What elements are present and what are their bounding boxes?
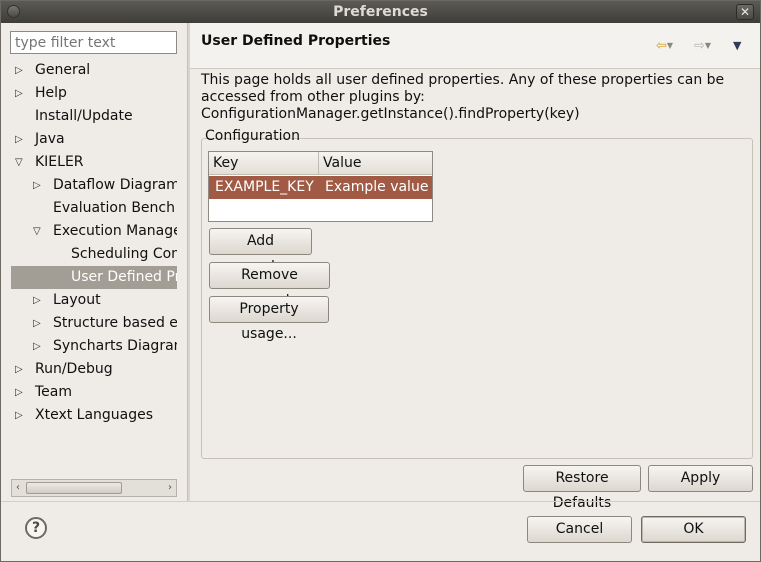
- view-menu-button[interactable]: ▼: [733, 37, 741, 55]
- tree-item-label: Run/Debug: [35, 361, 113, 377]
- table-row[interactable]: EXAMPLE_KEY Example value: [209, 176, 432, 199]
- tree-item-label: Evaluation Bench: [53, 200, 175, 216]
- collapsed-arrow-icon[interactable]: ▷: [33, 289, 45, 312]
- tree-item-label: Scheduling Conf: [71, 246, 177, 262]
- tree-item[interactable]: Evaluation Bench: [11, 197, 177, 220]
- configuration-group-label: Configuration: [205, 128, 300, 144]
- title-bar[interactable]: Preferences ✕: [1, 1, 760, 23]
- tree-item-label: Structure based edi: [53, 315, 177, 331]
- cancel-button[interactable]: Cancel: [527, 516, 632, 543]
- scrollbar-thumb[interactable]: [26, 482, 122, 494]
- collapsed-arrow-icon[interactable]: ▷: [15, 59, 27, 82]
- tree-item[interactable]: ▽ Execution Manager: [11, 220, 177, 243]
- tree-item-label: KIELER: [35, 154, 84, 170]
- right-panel: User Defined Properties ⇦▼ ⇨▼ ▼ This pag…: [190, 23, 760, 511]
- property-usage-button[interactable]: Property usage...: [209, 296, 329, 342]
- chevron-down-icon: ▼: [666, 41, 674, 50]
- window-title: Preferences: [333, 4, 428, 20]
- table-header: Key Value: [209, 152, 432, 175]
- tree-item[interactable]: ▷ Help: [11, 82, 177, 105]
- tree-item[interactable]: ▽ KIELER: [11, 151, 177, 174]
- remove-property-button[interactable]: Remove property: [209, 262, 330, 308]
- chevron-down-icon: ▼: [704, 41, 712, 50]
- horizontal-scrollbar[interactable]: ‹ ›: [11, 479, 177, 497]
- help-icon[interactable]: ?: [25, 517, 47, 539]
- tree-item[interactable]: Install/Update: [11, 105, 177, 128]
- close-button[interactable]: ✕: [736, 4, 754, 20]
- tree-item-label: Xtext Languages: [35, 407, 154, 423]
- tree-item[interactable]: ▷ Syncharts Diagran: [11, 335, 177, 358]
- back-button[interactable]: ⇦▼: [656, 37, 673, 55]
- tree-item-label: Dataflow Diagram: [53, 177, 177, 193]
- forward-arrow-icon: ⇨: [694, 38, 705, 54]
- page-header: User Defined Properties ⇦▼ ⇨▼ ▼: [190, 23, 760, 69]
- tree-item[interactable]: ▷ Java: [11, 128, 177, 151]
- apply-button[interactable]: Apply: [648, 465, 753, 492]
- close-icon: ✕: [739, 5, 751, 19]
- tree-item-label: User Defined Pro: [71, 269, 177, 285]
- tree-item-label: Execution Manager: [53, 223, 177, 239]
- preferences-tree: ▷ General ▷ Help Install/Update ▷ Java ▽ KIELER ▷…: [11, 59, 177, 477]
- tree-item-label: Help: [35, 85, 67, 101]
- tree-item[interactable]: ▷ Xtext Languages: [11, 404, 177, 427]
- collapsed-arrow-icon[interactable]: ▷: [33, 174, 45, 197]
- add-property-button[interactable]: Add property...: [209, 228, 312, 274]
- column-header-value[interactable]: Value: [319, 152, 432, 175]
- cell-value[interactable]: Example value: [319, 176, 432, 199]
- tree-item[interactable]: ▷ General: [11, 59, 177, 82]
- column-header-key[interactable]: Key: [209, 152, 319, 175]
- cell-key[interactable]: EXAMPLE_KEY: [209, 176, 319, 199]
- filter-input[interactable]: [10, 31, 177, 54]
- properties-table[interactable]: Key Value EXAMPLE_KEY Example value: [208, 151, 433, 222]
- tree-item[interactable]: ▷ Layout: [11, 289, 177, 312]
- collapsed-arrow-icon[interactable]: ▷: [15, 404, 27, 427]
- preferences-window: Preferences ✕ ▷ General ▷ Help Install/Updat…: [0, 0, 761, 562]
- tree-item-label: General: [35, 62, 91, 78]
- collapsed-arrow-icon[interactable]: ▷: [15, 128, 27, 151]
- scroll-right-icon[interactable]: ›: [164, 480, 176, 496]
- tree-item-label: Team: [35, 384, 73, 400]
- ok-button[interactable]: OK: [641, 516, 746, 543]
- collapsed-arrow-icon[interactable]: ▷: [33, 335, 45, 358]
- window-menu-button[interactable]: [7, 5, 20, 18]
- tree-item-label: Java: [35, 131, 65, 147]
- collapsed-arrow-icon[interactable]: ▷: [15, 82, 27, 105]
- forward-button[interactable]: ⇨▼: [694, 37, 711, 55]
- restore-defaults-button[interactable]: Restore Defaults: [523, 465, 641, 511]
- page-title: User Defined Properties: [201, 33, 391, 49]
- tree-item[interactable]: ▷ Run/Debug: [11, 358, 177, 381]
- tree-item-label: Layout: [53, 292, 101, 308]
- footer-divider: [1, 501, 760, 502]
- tree-item[interactable]: ▷ Dataflow Diagram: [11, 174, 177, 197]
- collapsed-arrow-icon[interactable]: ▷: [15, 358, 27, 381]
- back-arrow-icon: ⇦: [656, 38, 667, 54]
- collapsed-arrow-icon[interactable]: ▷: [33, 312, 45, 335]
- tree-item-label: Syncharts Diagran: [53, 338, 177, 354]
- scroll-left-icon[interactable]: ‹: [12, 480, 24, 496]
- tree-item[interactable]: ▷ Structure based edi: [11, 312, 177, 335]
- left-panel: ▷ General ▷ Help Install/Update ▷ Java ▽ KIELER ▷…: [1, 23, 187, 501]
- expanded-arrow-icon[interactable]: ▽: [15, 151, 27, 174]
- tree-item[interactable]: ▷ Team: [11, 381, 177, 404]
- expanded-arrow-icon[interactable]: ▽: [33, 220, 45, 243]
- tree-item[interactable]: User Defined Pro: [11, 266, 177, 289]
- menu-triangle-icon: ▼: [733, 39, 742, 52]
- tree-item[interactable]: Scheduling Conf: [11, 243, 177, 266]
- collapsed-arrow-icon[interactable]: ▷: [15, 381, 27, 404]
- page-description: This page holds all user defined propert…: [201, 72, 725, 122]
- tree-item-label: Install/Update: [35, 108, 133, 124]
